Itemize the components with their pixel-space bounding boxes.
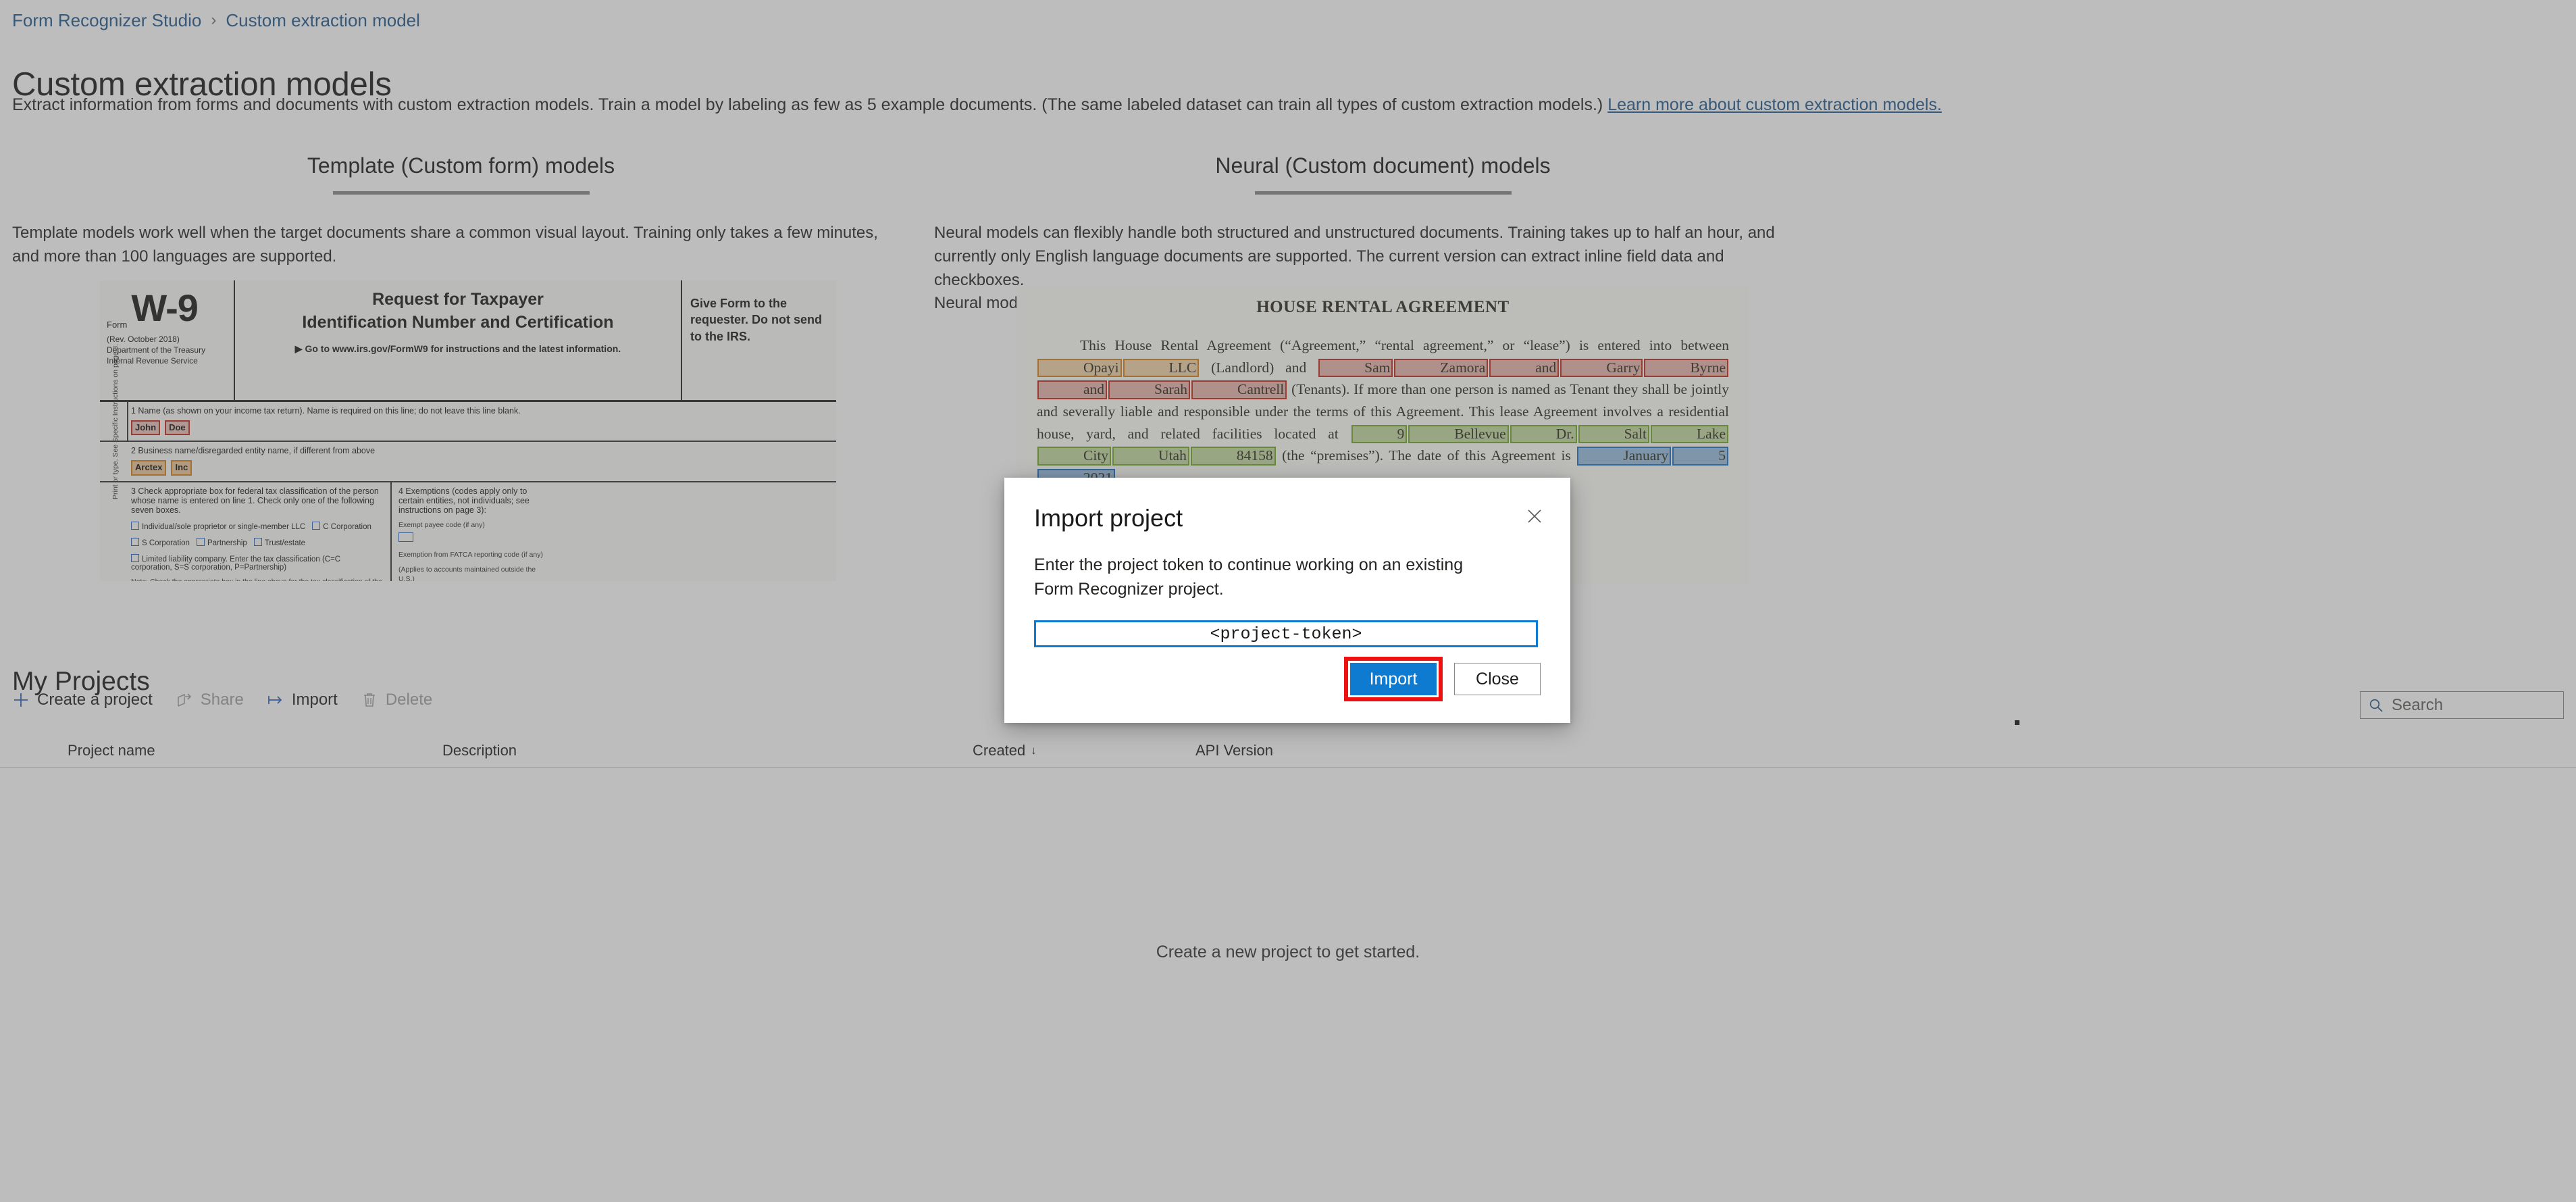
dialog-title: Import project [1034, 504, 1183, 532]
dialog-body-text: Enter the project token to continue work… [1034, 555, 1464, 599]
dialog-import-button[interactable]: Import [1350, 663, 1437, 695]
dialog-actions: Import Close [1344, 657, 1541, 701]
close-icon[interactable] [1519, 501, 1550, 532]
project-token-input[interactable] [1034, 620, 1538, 647]
dialog-close-button[interactable]: Close [1454, 663, 1541, 695]
import-project-dialog: Import project Enter the project token t… [1004, 478, 1570, 723]
import-button-highlight: Import [1344, 657, 1443, 701]
